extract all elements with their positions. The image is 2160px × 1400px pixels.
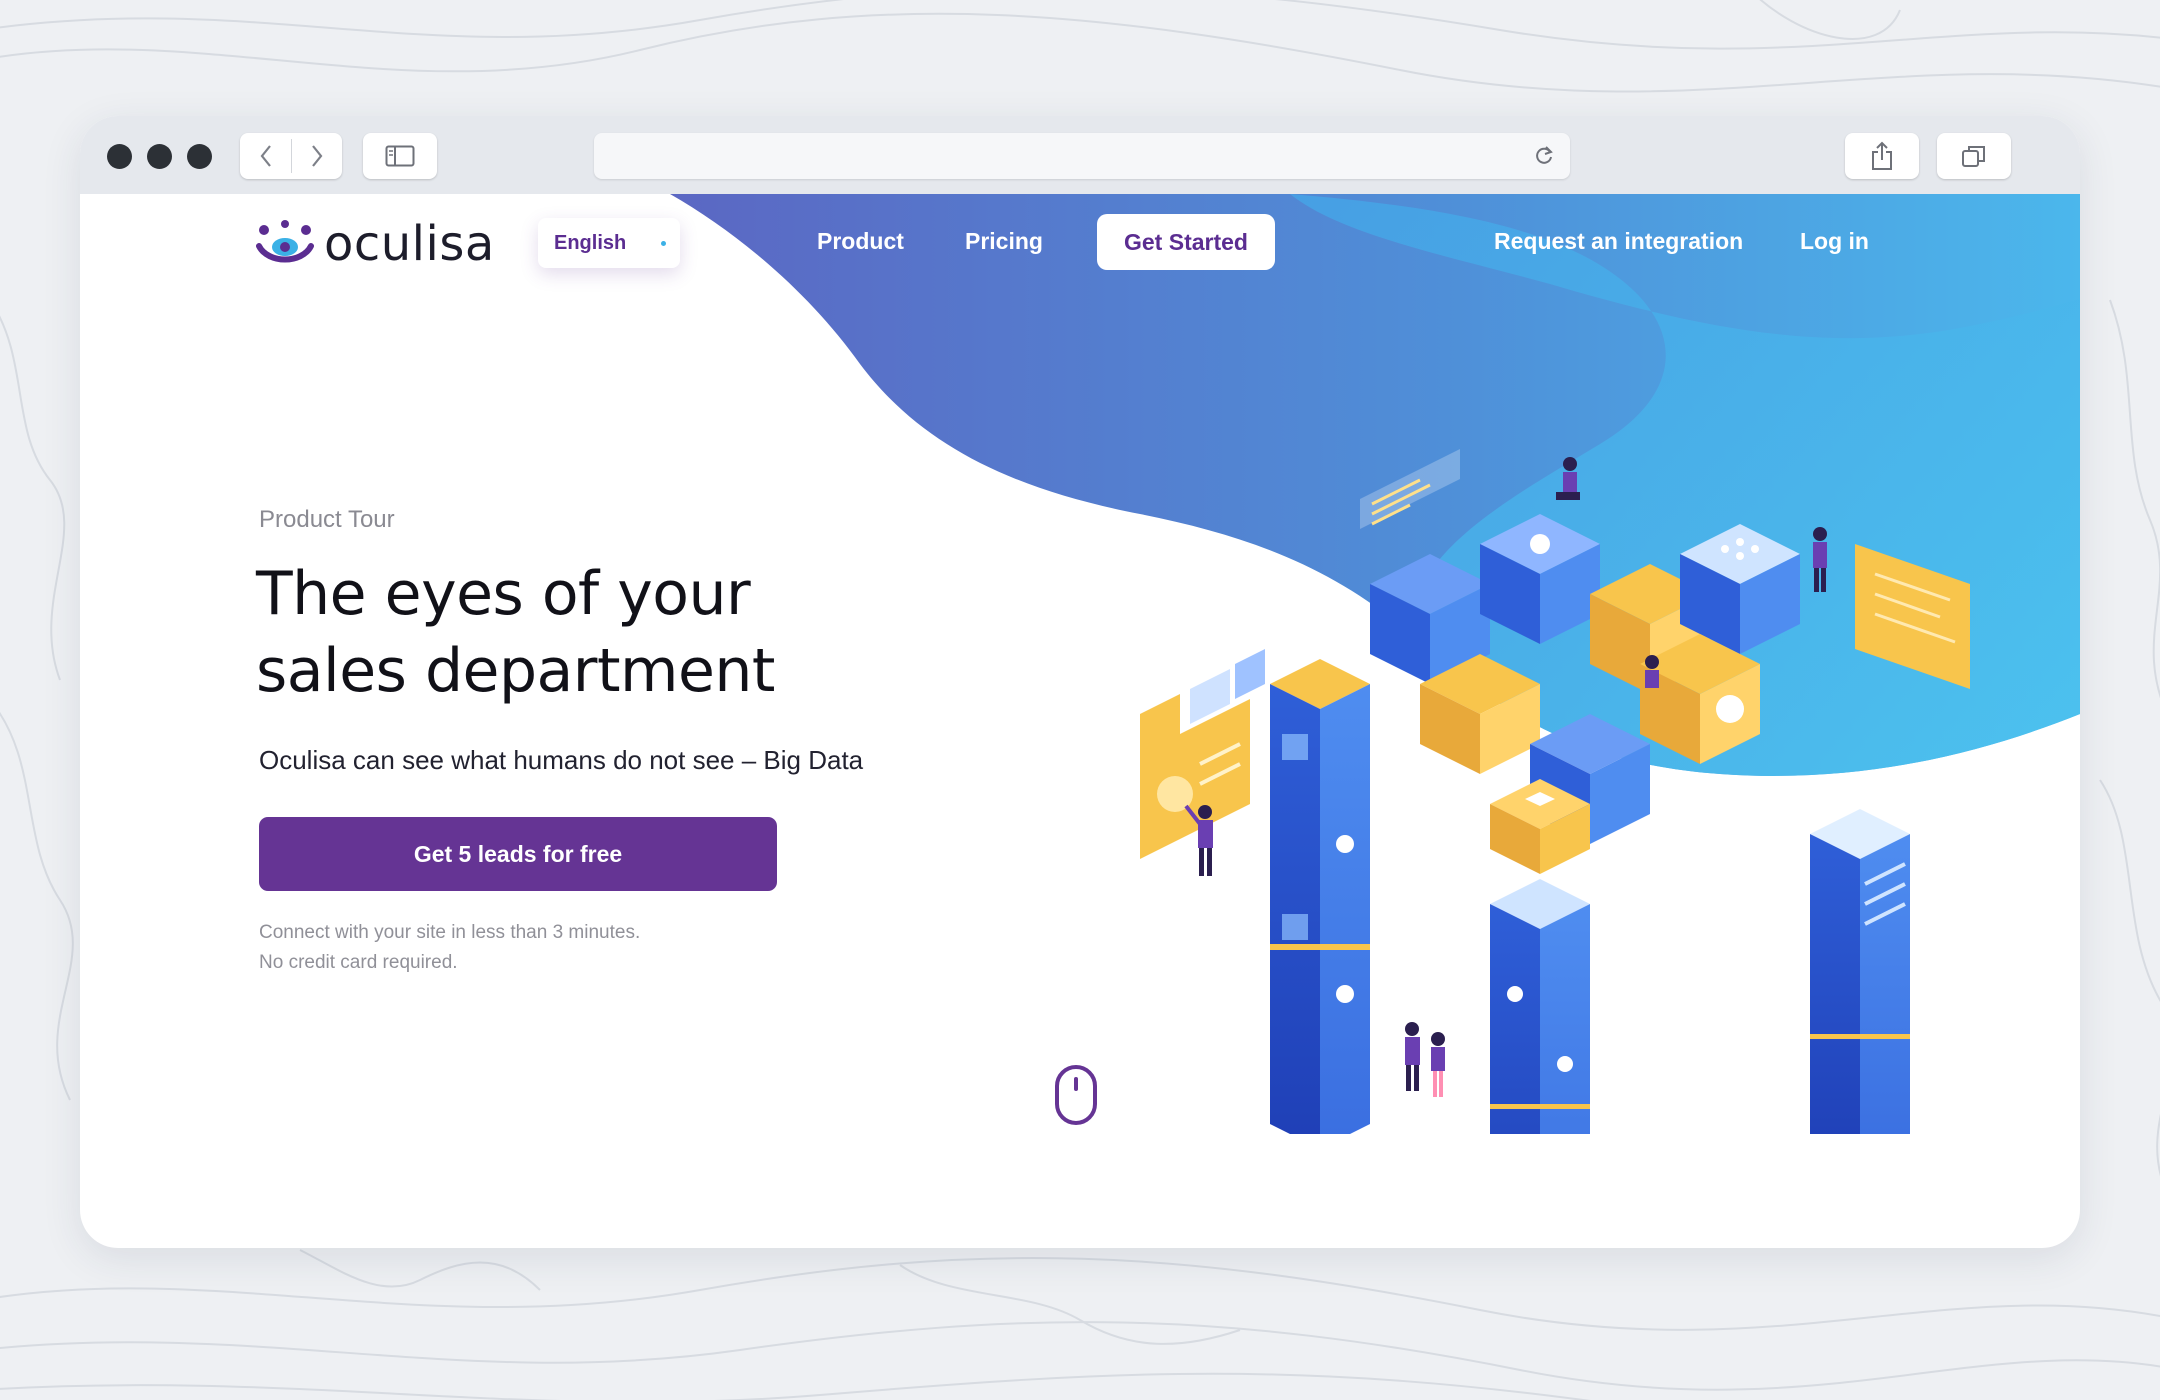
tabs-icon (1962, 146, 1985, 167)
language-label: English (554, 231, 627, 254)
get-leads-button[interactable]: Get 5 leads for free (259, 817, 777, 891)
tabs-button[interactable] (1937, 133, 2011, 179)
forward-button[interactable] (291, 133, 342, 179)
share-icon (1872, 141, 1892, 170)
oculisa-logo[interactable]: oculisa (256, 216, 495, 272)
webpage: oculisa English Product Pricing Get Star… (80, 194, 2080, 1248)
window-close-dot[interactable] (107, 144, 132, 169)
cube-cluster (1370, 514, 1800, 874)
window-zoom-dot[interactable] (187, 144, 212, 169)
get-started-button[interactable]: Get Started (1097, 214, 1275, 270)
nav-request-integration[interactable]: Request an integration (1494, 228, 1743, 255)
person-right (1813, 527, 1827, 592)
isometric-data-illustration (1140, 449, 1970, 1134)
person-top (1556, 457, 1580, 500)
right-column (1810, 809, 1910, 1134)
hero-subheadline: Oculisa can see what humans do not see –… (259, 745, 864, 775)
language-selector[interactable]: English (538, 218, 680, 268)
center-column (1490, 879, 1590, 1134)
share-button[interactable] (1845, 133, 1919, 179)
chevron-right-icon (311, 145, 322, 167)
window-minimize-dot[interactable] (147, 144, 172, 169)
mouse-scroll-icon[interactable] (1054, 1064, 1098, 1126)
address-bar[interactable] (594, 133, 1570, 179)
floating-code-panel (1360, 449, 1460, 529)
hero-note-line-1: Connect with your site in less than 3 mi… (259, 922, 641, 943)
browser-toolbar (80, 116, 2080, 194)
chevron-left-icon (260, 145, 271, 167)
sidebar-button[interactable] (363, 133, 437, 179)
headline-line-2: sales department (256, 636, 775, 706)
left-column (1270, 659, 1370, 1134)
eye-logo-icon (256, 220, 314, 263)
headline-line-1: The eyes of your (256, 559, 751, 629)
history-buttons (240, 133, 342, 179)
hero-headline: The eyes of your sales department (256, 556, 956, 710)
hero-eyebrow: Product Tour (259, 506, 395, 533)
sidebar-icon (385, 145, 415, 167)
people-pair (1405, 1022, 1445, 1097)
dropdown-dot-icon (661, 241, 666, 246)
nav-pricing[interactable]: Pricing (965, 228, 1043, 255)
hero-note-line-2: No credit card required. (259, 952, 458, 973)
floating-dashboard-panel (1855, 544, 1970, 689)
nav-login[interactable]: Log in (1800, 228, 1869, 255)
back-button[interactable] (240, 133, 291, 179)
browser-window: oculisa English Product Pricing Get Star… (80, 116, 2080, 1248)
reload-icon[interactable] (1532, 144, 1556, 168)
logo-text: oculisa (324, 216, 495, 272)
nav-product[interactable]: Product (817, 228, 904, 255)
person-sitting (1645, 655, 1659, 688)
